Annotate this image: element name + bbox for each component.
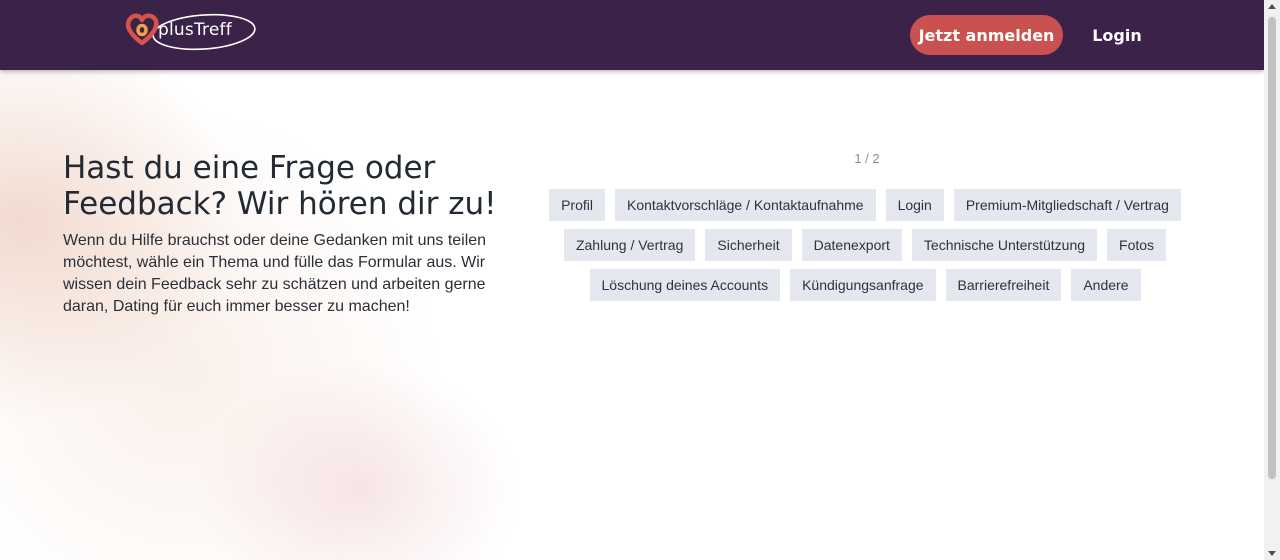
- logo-text: plusTreff: [158, 20, 232, 40]
- page: plusTreff Jetzt anmelden Login Hast du e…: [0, 0, 1264, 560]
- topic-fotos[interactable]: Fotos: [1107, 229, 1167, 261]
- register-button[interactable]: Jetzt anmelden: [910, 15, 1063, 55]
- topic-datenexport[interactable]: Datenexport: [801, 229, 902, 261]
- topic-profil[interactable]: Profil: [549, 189, 605, 221]
- scroll-up-icon[interactable]: [1268, 4, 1276, 9]
- topic-premium-mitgliedschaft[interactable]: Premium-Mitgliedschaft / Vertrag: [953, 189, 1181, 221]
- topic-barrierefreiheit[interactable]: Barrierefreiheit: [945, 269, 1062, 301]
- topic-loeschung-account[interactable]: Löschung deines Accounts: [589, 269, 781, 301]
- page-title: Hast du eine Frage oder Feedback? Wir hö…: [63, 150, 497, 222]
- logo[interactable]: plusTreff: [124, 10, 258, 54]
- topic-sicherheit[interactable]: Sicherheit: [705, 229, 792, 261]
- topic-kuendigungsanfrage[interactable]: Kündigungsanfrage: [790, 269, 936, 301]
- scroll-down-icon[interactable]: [1268, 551, 1276, 556]
- topic-pager: 1 / 2: [854, 151, 880, 166]
- scrollbar-thumb[interactable]: [1268, 17, 1276, 479]
- topic-technische-unterstuetzung[interactable]: Technische Unterstützung: [911, 229, 1098, 261]
- intro-text: Wenn du Hilfe brauchst oder deine Gedank…: [63, 232, 487, 315]
- topic-login[interactable]: Login: [885, 189, 944, 221]
- vertical-scrollbar[interactable]: [1264, 0, 1280, 560]
- topic-list: Profil Kontaktvorschläge / Kontaktaufnah…: [540, 189, 1190, 301]
- topic-kontaktvorschlaege[interactable]: Kontaktvorschläge / Kontaktaufnahme: [614, 189, 876, 221]
- topic-zahlung[interactable]: Zahlung / Vertrag: [563, 229, 696, 261]
- topic-andere[interactable]: Andere: [1071, 269, 1141, 301]
- login-link[interactable]: Login: [1082, 15, 1152, 55]
- site-header: plusTreff Jetzt anmelden Login: [0, 0, 1264, 70]
